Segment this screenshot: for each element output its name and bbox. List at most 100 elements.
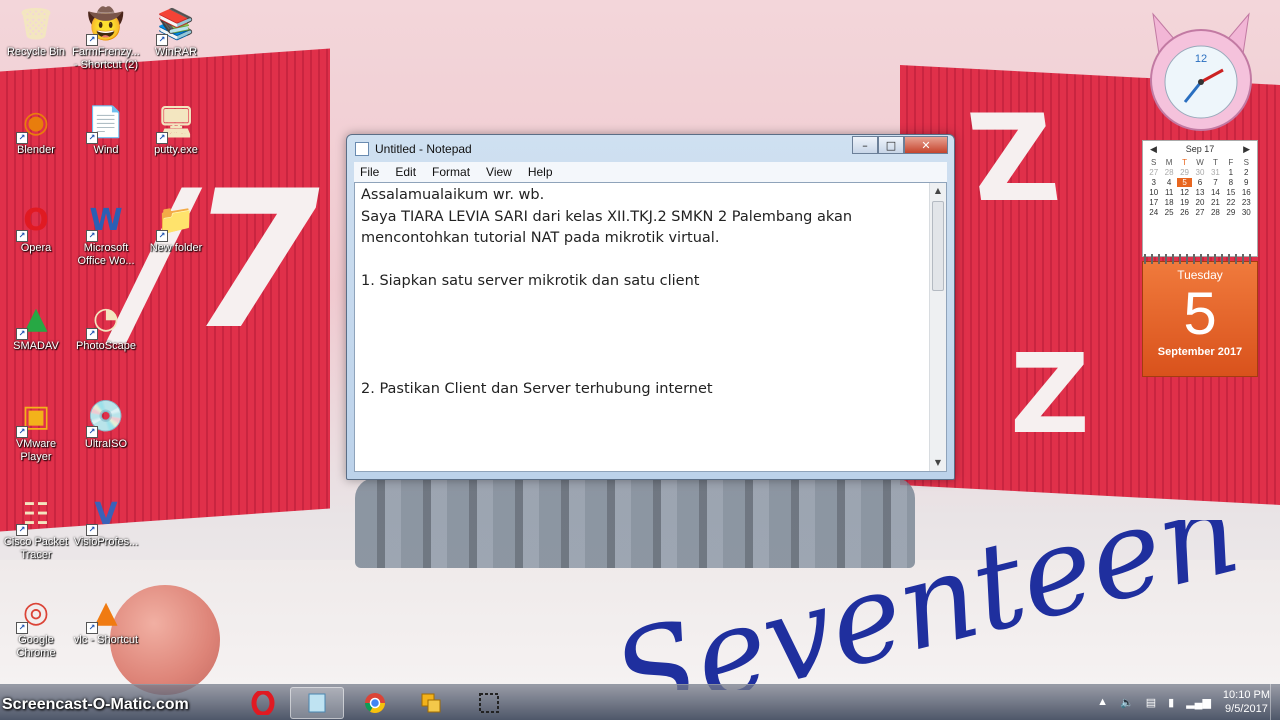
minimize-button[interactable]: – [852,136,878,154]
system-tray: ▲ 🔈 ▤ ▮ ▂▄▆ 10:10 PM 9/5/2017 [1097,686,1270,718]
calendar-next-icon[interactable]: ▶ [1243,144,1250,155]
signal-icon[interactable]: ▂▄▆ [1186,696,1211,709]
calendar-month-label: Sep 17 [1185,144,1215,154]
screencast-watermark: Screencast-O-Matic.com [2,696,189,713]
calendar-day-cell[interactable]: 14 [1208,188,1223,197]
notepad-window[interactable]: Untitled - Notepad – □ ✕ File Edit Forma… [346,134,955,480]
calendar-day-cell[interactable]: 20 [1192,198,1207,207]
calendar-day-cell[interactable]: 31 [1208,168,1223,177]
calendar-day-cell[interactable]: 12 [1177,188,1192,197]
calendar-day-cell[interactable]: 10 [1146,188,1161,197]
text-editor[interactable]: Assalamualaikum wr. wb. Saya TIARA LEVIA … [354,182,947,472]
menu-edit[interactable]: Edit [395,165,416,179]
clock-twelve-label: 12 [1195,53,1207,65]
calendar-day-cell[interactable]: 19 [1177,198,1192,207]
calendar-day-cell[interactable]: 30 [1192,168,1207,177]
desktop-icon-cisco[interactable]: ☷ ↗ Cisco Packet Tracer [0,494,72,562]
calendar-day-cell[interactable]: 15 [1223,188,1238,197]
menu-view[interactable]: View [486,165,512,179]
clock-gadget[interactable]: 12 [1145,10,1257,138]
vmware-icon [421,693,441,713]
calendar-day-cell[interactable]: 28 [1208,208,1223,217]
clock-tray[interactable]: 10:10 PM 9/5/2017 [1223,688,1270,716]
show-hidden-icons-icon[interactable]: ▲ [1097,696,1108,708]
desktop-icon-vmware[interactable]: ▣ ↗ VMware Player [0,396,72,464]
calendar-day-cell[interactable]: 11 [1161,188,1176,197]
desktop-icon-putty[interactable]: 🖥 ↗ putty.exe [140,102,212,157]
taskbar-notepad-button[interactable] [290,687,344,719]
calendar-day-cell[interactable]: 1 [1223,168,1238,177]
scroll-thumb[interactable] [932,201,944,291]
desktop-icon-photoscape[interactable]: ◔ ↗ PhotoScape [70,298,142,353]
calendar-day-cell[interactable]: 25 [1161,208,1176,217]
calendar-day-cell[interactable]: 18 [1161,198,1176,207]
calendar-prev-icon[interactable]: ◀ [1150,144,1157,155]
desktop-icon-farm-frenzy[interactable]: 🤠 ↗ FarmFrenzy... - Shortcut (2) [70,4,142,72]
calendar-day-cell[interactable]: 28 [1161,168,1176,177]
editor-content[interactable]: Assalamualaikum wr. wb. Saya TIARA LEVIA … [361,185,924,400]
calendar-day-cell[interactable]: 13 [1192,188,1207,197]
calendar-weekday-header: F [1228,158,1234,167]
taskbar-opera-button[interactable] [236,687,290,719]
calendar-day-cell[interactable]: 17 [1146,198,1161,207]
desktop-icon-smadav[interactable]: ▲ ↗ SMADAV [0,298,72,353]
volume-icon[interactable]: 🔈 [1120,696,1134,709]
scroll-down-icon[interactable]: ▼ [930,455,946,471]
text-line [361,293,924,315]
maximize-button[interactable]: □ [878,136,904,154]
calendar-day-cell[interactable]: 4 [1161,178,1176,187]
desktop-icon-blender[interactable]: ◉ ↗ Blender [0,102,72,157]
calendar-day-cell[interactable]: 24 [1146,208,1161,217]
desktop-icon-label: WinRAR [154,46,198,58]
title-bar[interactable]: Untitled - Notepad [355,139,472,159]
desktop-icon-recycle-bin[interactable]: 🗑 Recycle Bin [0,4,72,59]
desktop-icon-visio[interactable]: V ↗ VisioProfes... [70,494,142,549]
taskbar-snipping-button[interactable] [462,687,516,719]
calendar-day-cell[interactable]: 3 [1146,178,1161,187]
calendar-gadget[interactable]: ◀ Sep 17 ▶ S M T W T F S 27 28 29 30 31 1 2 3 4 5 6 7 8 9 10 1… [1142,140,1258,380]
calendar-day-cell[interactable]: 26 [1177,208,1192,217]
vlc-icon: ▲ ↗ [86,592,126,634]
calendar-day-cell[interactable]: 29 [1223,208,1238,217]
desktop-icon-word[interactable]: W ↗ Microsoft Office Wo... [70,200,142,268]
calendar-day-cell[interactable]: 8 [1223,178,1238,187]
network-icon[interactable]: ▤ [1146,696,1156,709]
calendar-day-cell[interactable]: 27 [1146,168,1161,177]
calendar-day-cell[interactable]: 30 [1239,208,1254,217]
show-desktop-button[interactable] [1270,684,1280,720]
calendar-day-cell[interactable]: 6 [1192,178,1207,187]
desktop-icon-vlc[interactable]: ▲ ↗ vlc - Shortcut [70,592,142,647]
vertical-scrollbar[interactable]: ▲ ▼ [929,183,946,471]
calendar-day-cell[interactable]: 7 [1208,178,1223,187]
calendar-day-cell[interactable]: 29 [1177,168,1192,177]
calendar-day-cell[interactable]: 22 [1223,198,1238,207]
calendar-day-cell[interactable]: 21 [1208,198,1223,207]
scroll-up-icon[interactable]: ▲ [930,183,946,199]
taskbar-chrome-button[interactable] [348,687,402,719]
calendar-day-cell[interactable]: 2 [1239,168,1254,177]
shortcut-arrow-icon: ↗ [86,524,98,536]
desktop-icon-label: Cisco Packet Tracer [3,536,69,561]
text-line [361,250,924,272]
cisco-icon: ☷ ↗ [16,494,56,536]
desktop-icon-folder[interactable]: 📁 ↗ New folder [140,200,212,255]
calendar-day-cell[interactable]: 9 [1239,178,1254,187]
desktop-icon-winrar[interactable]: 📚 ↗ WinRAR [140,4,212,59]
calendar-day-cell[interactable]: 23 [1239,198,1254,207]
desktop-icon-document[interactable]: 📄 ↗ Wind [70,102,142,157]
recycle-bin-icon: 🗑 [16,6,56,42]
desktop-icon-ultraiso[interactable]: 💿 ↗ UltraISO [70,396,142,451]
calendar-day-cell[interactable]: 27 [1192,208,1207,217]
taskbar-vmware-button[interactable] [404,687,458,719]
desktop-icon-chrome[interactable]: ◎ ↗ Google Chrome [0,592,72,660]
calendar-day-cell[interactable]: 5 [1176,178,1193,187]
menu-help[interactable]: Help [528,165,553,179]
text-line: 2. Pastikan Client dan Server terhubung … [361,380,713,397]
calendar-day-cell[interactable]: 16 [1239,188,1254,197]
desktop-icon-opera[interactable]: O ↗ Opera [0,200,72,255]
menu-format[interactable]: Format [432,165,470,179]
close-button[interactable]: ✕ [904,136,948,154]
wallpaper-shape-right-lower: Z [1010,330,1090,458]
battery-icon[interactable]: ▮ [1168,696,1174,709]
menu-file[interactable]: File [360,165,379,179]
